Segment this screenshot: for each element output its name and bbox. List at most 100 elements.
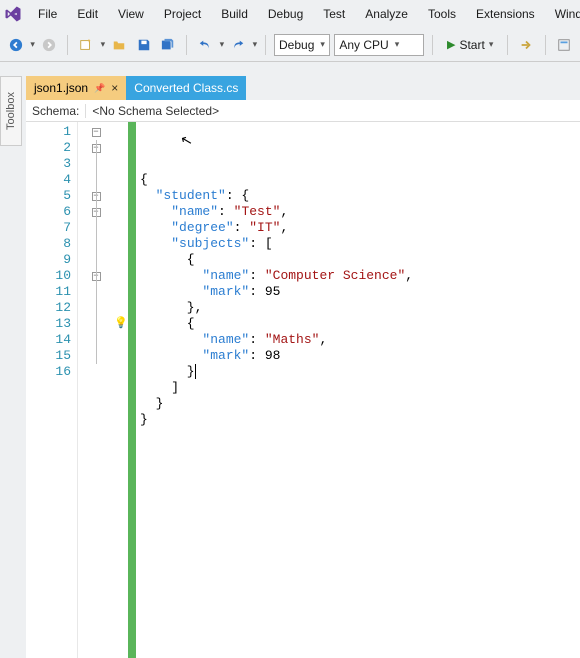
line-number: 4 [26, 172, 71, 188]
play-icon: ▶ [447, 38, 455, 51]
menu-item-tools[interactable]: Tools [418, 3, 466, 25]
code-line[interactable]: "student": { [140, 188, 580, 204]
bulb-cell: 💡 [114, 316, 128, 332]
bulb-cell [114, 172, 128, 188]
toolbar: ▾ ▾ ▾ ▾ Debug▾ Any CPU▾ ▶ Start ▾ [0, 28, 580, 62]
line-number: 3 [26, 156, 71, 172]
redo-button[interactable] [228, 34, 248, 56]
fold-toggle-icon[interactable]: − [92, 128, 101, 137]
line-number: 9 [26, 252, 71, 268]
bulb-cell [114, 140, 128, 156]
line-number: 5 [26, 188, 71, 204]
menu-bar: FileEditViewProjectBuildDebugTestAnalyze… [0, 0, 580, 28]
code-line[interactable]: } [140, 412, 580, 428]
bulb-cell [114, 268, 128, 284]
code-line[interactable]: } [140, 364, 580, 380]
nav-back-button[interactable] [6, 34, 26, 56]
bulb-cell [114, 236, 128, 252]
line-number: 7 [26, 220, 71, 236]
bulb-cell [114, 332, 128, 348]
bulb-cell [114, 284, 128, 300]
nav-fwd-button[interactable] [39, 34, 59, 56]
fold-cell: − [78, 204, 114, 220]
code-line[interactable]: }, [140, 300, 580, 316]
code-line[interactable]: { [140, 316, 580, 332]
tab-title: json1.json [34, 81, 88, 95]
code-line[interactable]: "subjects": [ [140, 236, 580, 252]
schema-label: Schema: [26, 104, 85, 118]
fold-cell [78, 156, 114, 172]
code-line[interactable]: "name": "Test", [140, 204, 580, 220]
menu-item-build[interactable]: Build [211, 3, 258, 25]
line-number: 16 [26, 364, 71, 380]
save-button[interactable] [134, 34, 154, 56]
properties-button[interactable] [554, 34, 574, 56]
bulb-cell [114, 364, 128, 380]
code-line[interactable]: { [140, 172, 580, 188]
menu-item-project[interactable]: Project [154, 3, 211, 25]
new-project-button[interactable] [76, 34, 96, 56]
platform-dropdown[interactable]: Any CPU▾ [334, 34, 424, 56]
bulb-cell [114, 124, 128, 140]
fold-cell [78, 220, 114, 236]
code-editor[interactable]: 12345678910111213141516 −−−−− 💡 ↖ { "stu… [26, 122, 580, 658]
document-tab[interactable]: Converted Class.cs [126, 76, 246, 100]
fold-cell: − [78, 124, 114, 140]
undo-button[interactable] [195, 34, 215, 56]
fold-cell [78, 300, 114, 316]
bulb-cell [114, 252, 128, 268]
step-button[interactable] [516, 34, 536, 56]
code-line[interactable]: "degree": "IT", [140, 220, 580, 236]
bulb-cell [114, 204, 128, 220]
line-number: 13 [26, 316, 71, 332]
open-file-button[interactable] [109, 34, 129, 56]
line-number: 2 [26, 140, 71, 156]
code-line[interactable]: "name": "Maths", [140, 332, 580, 348]
fold-cell [78, 316, 114, 332]
fold-gutter[interactable]: −−−−− [78, 122, 114, 658]
menu-item-edit[interactable]: Edit [67, 3, 108, 25]
editor-area: json1.json 📌 × Converted Class.cs Schema: <… [26, 76, 580, 658]
menu-item-file[interactable]: File [28, 3, 67, 25]
line-number: 6 [26, 204, 71, 220]
fold-cell: − [78, 188, 114, 204]
fold-cell [78, 172, 114, 188]
line-number-gutter: 12345678910111213141516 [26, 122, 78, 658]
start-debug-button[interactable]: ▶ Start ▾ [441, 34, 499, 56]
line-number: 15 [26, 348, 71, 364]
bulb-cell [114, 300, 128, 316]
line-number: 12 [26, 300, 71, 316]
bulb-cell [114, 348, 128, 364]
code-line[interactable]: { [140, 252, 580, 268]
code-line[interactable]: "mark": 98 [140, 348, 580, 364]
code-line[interactable]: ] [140, 380, 580, 396]
menu-item-wind[interactable]: Wind [545, 3, 580, 25]
mouse-cursor-icon: ↖ [179, 133, 194, 151]
configuration-dropdown[interactable]: Debug▾ [274, 34, 330, 56]
change-indicator [128, 122, 136, 658]
save-all-button[interactable] [158, 34, 178, 56]
code-line[interactable]: "name": "Computer Science", [140, 268, 580, 284]
menu-item-view[interactable]: View [108, 3, 154, 25]
document-tab[interactable]: json1.json 📌 × [26, 76, 126, 100]
schema-bar: Schema: <No Schema Selected> [26, 100, 580, 122]
close-icon[interactable]: × [111, 81, 118, 95]
vs-logo-icon [4, 3, 22, 25]
code-text[interactable]: ↖ { "student": { "name": "Test", "degree… [136, 122, 580, 658]
line-number: 14 [26, 332, 71, 348]
lightbulb-icon[interactable]: 💡 [114, 316, 128, 332]
bulb-cell [114, 188, 128, 204]
menu-item-test[interactable]: Test [313, 3, 355, 25]
menu-item-debug[interactable]: Debug [258, 3, 313, 25]
fold-cell: − [78, 268, 114, 284]
code-line[interactable]: "mark": 95 [140, 284, 580, 300]
code-line[interactable]: } [140, 396, 580, 412]
menu-item-extensions[interactable]: Extensions [466, 3, 545, 25]
bulb-cell [114, 220, 128, 236]
schema-dropdown[interactable]: <No Schema Selected> [85, 104, 580, 118]
menu-item-analyze[interactable]: Analyze [355, 3, 418, 25]
fold-cell [78, 364, 114, 380]
pin-icon[interactable]: 📌 [94, 83, 105, 94]
line-number: 10 [26, 268, 71, 284]
toolbox-side-tab[interactable]: Toolbox [0, 76, 22, 146]
